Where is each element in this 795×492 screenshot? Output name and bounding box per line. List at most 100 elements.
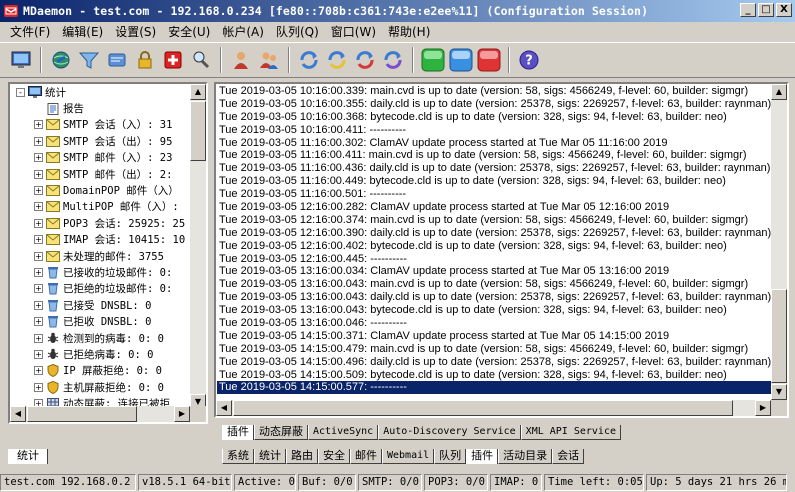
lock-icon[interactable]: [132, 47, 158, 73]
tab-queues[interactable]: 队列: [434, 449, 467, 464]
tree-item[interactable]: + 已拒绝的垃圾邮件: 0:: [10, 281, 190, 297]
tree-item[interactable]: + 检测到的病毒: 0: 0: [10, 330, 190, 346]
tree-item[interactable]: + SMTP 邮件（入）: 23: [10, 150, 190, 166]
log-pane[interactable]: Tue 2019-03-05 10:16:00.339: main.cvd is…: [214, 82, 789, 418]
log-line[interactable]: Tue 2019-03-05 11:16:00.449: bytecode.cl…: [217, 175, 772, 188]
menu-setup[interactable]: 设置(S): [109, 23, 162, 40]
scroll-thumb[interactable]: [190, 101, 206, 161]
tab-main-plugins[interactable]: 插件: [466, 449, 499, 464]
expand-icon[interactable]: +: [34, 235, 43, 245]
log-line[interactable]: Tue 2019-03-05 14:15:00.577: ----------: [217, 381, 772, 395]
log-line[interactable]: Tue 2019-03-05 14:15:00.496: daily.cld i…: [217, 356, 772, 369]
expand-icon[interactable]: +: [34, 366, 43, 376]
expand-icon[interactable]: +: [34, 333, 43, 343]
tab-activesync[interactable]: ActiveSync: [308, 425, 379, 440]
monitor-icon[interactable]: [8, 47, 34, 73]
mdaemon-app-icon[interactable]: [3, 3, 19, 19]
expand-icon[interactable]: +: [34, 120, 43, 130]
scroll-up-arrow-icon[interactable]: ▲: [190, 84, 206, 100]
log-line[interactable]: Tue 2019-03-05 13:16:00.043: bytecode.cl…: [217, 304, 772, 317]
log-line[interactable]: Tue 2019-03-05 11:16:00.302: ClamAV upda…: [217, 137, 772, 150]
filter-icon[interactable]: [76, 47, 102, 73]
tree-item[interactable]: + SMTP 会话（出）: 95: [10, 133, 190, 149]
tree-item[interactable]: 报告: [10, 100, 190, 116]
tab-webmail[interactable]: Webmail: [382, 449, 435, 464]
expand-icon[interactable]: +: [34, 382, 43, 392]
tree-item[interactable]: + MultiPOP 邮件（入）:: [10, 199, 190, 215]
log-line[interactable]: Tue 2019-03-05 10:16:00.411: ----------: [217, 124, 772, 137]
plus-shield-icon[interactable]: [160, 47, 186, 73]
users-icon[interactable]: [256, 47, 282, 73]
expand-icon[interactable]: +: [34, 267, 43, 277]
refresh-icon-1[interactable]: [296, 47, 322, 73]
scroll-left-arrow-icon[interactable]: ◀: [10, 406, 26, 422]
expand-icon[interactable]: +: [34, 218, 43, 228]
log-line[interactable]: Tue 2019-03-05 11:16:00.411: main.cvd is…: [217, 149, 772, 162]
expand-icon[interactable]: +: [34, 136, 43, 146]
refresh-icon-4[interactable]: [380, 47, 406, 73]
expand-icon[interactable]: +: [34, 202, 43, 212]
log-line[interactable]: Tue 2019-03-05 13:16:00.043: main.cvd is…: [217, 278, 772, 291]
tree-item[interactable]: + 已接受 DNSBL: 0: [10, 297, 190, 313]
menu-file[interactable]: 文件(F): [4, 23, 56, 40]
tab-statistics[interactable]: 统计: [254, 449, 286, 464]
close-button[interactable]: X: [776, 3, 792, 17]
log-line[interactable]: Tue 2019-03-05 12:16:00.282: ClamAV upda…: [217, 201, 772, 214]
expand-icon[interactable]: +: [34, 153, 43, 163]
log-line[interactable]: Tue 2019-03-05 13:16:00.034: ClamAV upda…: [217, 265, 772, 278]
refresh-icon-3[interactable]: [352, 47, 378, 73]
search-user-icon[interactable]: [188, 47, 214, 73]
tree-item[interactable]: + POP3 会话: 25925: 25: [10, 215, 190, 231]
tab-auto-discovery[interactable]: Auto-Discovery Service: [378, 425, 521, 440]
log-line[interactable]: Tue 2019-03-05 14:15:00.371: ClamAV upda…: [217, 330, 772, 343]
maximize-button[interactable]: □: [758, 3, 774, 17]
log-line[interactable]: Tue 2019-03-05 10:16:00.368: bytecode.cl…: [217, 111, 772, 124]
tree-item[interactable]: + 已接收的垃圾邮件: 0:: [10, 264, 190, 280]
tab-system[interactable]: 系统: [222, 449, 254, 464]
tree-item[interactable]: + IMAP 会话: 10415: 10: [10, 232, 190, 248]
log-line[interactable]: Tue 2019-03-05 10:16:00.355: daily.cld i…: [217, 98, 772, 111]
collapse-icon[interactable]: -: [16, 87, 25, 97]
expand-icon[interactable]: +: [34, 284, 43, 294]
help-icon[interactable]: ?: [516, 47, 542, 73]
menu-window[interactable]: 窗口(W): [325, 23, 382, 40]
log-line[interactable]: Tue 2019-03-05 11:16:00.501: ----------: [217, 188, 772, 201]
log-line[interactable]: Tue 2019-03-05 10:16:00.339: main.cvd is…: [217, 85, 772, 98]
tab-active-directory[interactable]: 活动目录: [498, 449, 553, 464]
tab-security[interactable]: 安全: [318, 449, 350, 464]
tab-stats[interactable]: 统计: [8, 449, 48, 464]
red-light-icon[interactable]: [476, 47, 502, 73]
tree-item[interactable]: + DomainPOP 邮件（入）: [10, 182, 190, 198]
menu-queues[interactable]: 队列(Q): [270, 23, 325, 40]
globe-icon[interactable]: [48, 47, 74, 73]
expand-icon[interactable]: +: [34, 186, 43, 196]
scroll-up-arrow-icon[interactable]: ▲: [771, 84, 787, 100]
minimize-button[interactable]: _: [740, 3, 756, 17]
expand-icon[interactable]: +: [34, 300, 43, 310]
log-line[interactable]: Tue 2019-03-05 12:16:00.402: bytecode.cl…: [217, 240, 772, 253]
tab-mail[interactable]: 邮件: [350, 449, 382, 464]
log-line[interactable]: Tue 2019-03-05 14:15:00.479: main.cvd is…: [217, 343, 772, 356]
scroll-left-arrow-icon[interactable]: ◀: [216, 400, 232, 416]
tab-plugins[interactable]: 插件: [222, 425, 254, 440]
green-light-icon[interactable]: [420, 47, 446, 73]
scroll-thumb[interactable]: [233, 400, 733, 416]
log-line[interactable]: Tue 2019-03-05 13:16:00.046: ----------: [217, 317, 772, 330]
scroll-thumb[interactable]: [27, 406, 137, 422]
log-line[interactable]: Tue 2019-03-05 11:16:00.436: daily.cld i…: [217, 162, 772, 175]
blue-light-icon[interactable]: [448, 47, 474, 73]
tree-item[interactable]: + 主机屏蔽拒绝: 0: 0: [10, 379, 190, 395]
tree-item[interactable]: + 未处理的邮件: 3755: [10, 248, 190, 264]
expand-icon[interactable]: +: [34, 169, 43, 179]
tree-item[interactable]: + IP 屏蔽拒绝: 0: 0: [10, 363, 190, 379]
tab-sessions[interactable]: 会话: [552, 449, 585, 464]
expand-icon[interactable]: +: [34, 251, 43, 261]
tree-item[interactable]: + SMTP 会话（入）: 31: [10, 117, 190, 133]
log-horizontal-scrollbar[interactable]: ◀ ▶: [216, 400, 771, 416]
log-line[interactable]: Tue 2019-03-05 12:16:00.445: ----------: [217, 253, 772, 266]
menu-accounts[interactable]: 帐户(A): [216, 23, 270, 40]
menu-edit[interactable]: 编辑(E): [56, 23, 109, 40]
menu-security[interactable]: 安全(U): [162, 23, 216, 40]
tree-item[interactable]: + 已拒收 DNSBL: 0: [10, 313, 190, 329]
scroll-thumb[interactable]: [771, 289, 787, 383]
